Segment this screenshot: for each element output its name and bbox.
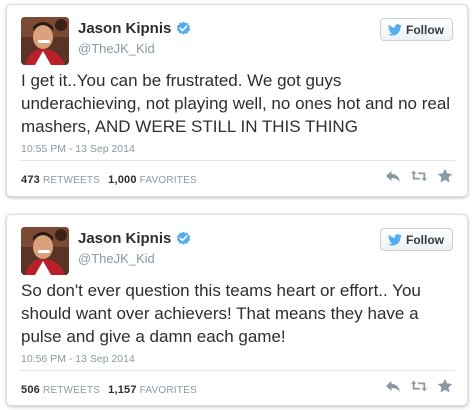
- tweet-actions: [385, 168, 453, 184]
- divider: [19, 160, 455, 161]
- follow-button[interactable]: Follow: [380, 228, 453, 251]
- avatar[interactable]: [21, 227, 69, 275]
- favorite-count-label: FAVORITES: [139, 385, 197, 396]
- tweet-timestamp[interactable]: 10:55 PM - 13 Sep 2014: [21, 143, 135, 155]
- twitter-bird-icon: [388, 23, 402, 36]
- follow-label: Follow: [406, 232, 444, 247]
- star-icon[interactable]: [437, 168, 453, 184]
- retweet-count-label: RETWEETS: [42, 385, 101, 396]
- reply-icon[interactable]: [385, 378, 401, 394]
- user-name[interactable]: Jason Kipnis: [78, 20, 191, 37]
- tweet-text: I get it..You can be frustrated. We got …: [21, 71, 451, 136]
- reply-icon[interactable]: [385, 168, 401, 184]
- tweet-actions: [385, 378, 453, 394]
- tweet-card: Jason Kipnis @TheJK_Kid Follow So don't …: [6, 214, 468, 406]
- user-name-label[interactable]: Jason Kipnis: [78, 20, 171, 37]
- tweet-card: Jason Kipnis @TheJK_Kid Follow I get it.…: [6, 4, 468, 197]
- user-name[interactable]: Jason Kipnis: [78, 230, 191, 247]
- favorite-count-label: FAVORITES: [139, 175, 197, 186]
- retweet-icon[interactable]: [411, 378, 427, 394]
- divider: [19, 370, 455, 371]
- tweet-timestamp[interactable]: 10:56 PM - 13 Sep 2014: [21, 353, 135, 365]
- tweet-text: So don't ever question this teams heart …: [21, 281, 421, 346]
- favorite-count[interactable]: 1,000: [108, 174, 137, 186]
- user-handle[interactable]: @TheJK_Kid: [78, 251, 155, 266]
- avatar[interactable]: [21, 17, 69, 65]
- retweet-count[interactable]: 473: [21, 174, 40, 186]
- tweet-stats: 473 RETWEETS 1,000 FAVORITES: [21, 174, 205, 186]
- favorite-count[interactable]: 1,157: [108, 384, 137, 396]
- retweet-count-label: RETWEETS: [42, 175, 101, 186]
- retweet-icon[interactable]: [411, 168, 427, 184]
- star-icon[interactable]: [437, 378, 453, 394]
- user-name-label[interactable]: Jason Kipnis: [78, 230, 171, 247]
- follow-button[interactable]: Follow: [380, 18, 453, 41]
- twitter-bird-icon: [388, 233, 402, 246]
- retweet-count[interactable]: 506: [21, 384, 40, 396]
- tweet-stats: 506 RETWEETS 1,157 FAVORITES: [21, 384, 205, 396]
- verified-badge-icon: [176, 231, 191, 246]
- verified-badge-icon: [176, 21, 191, 36]
- follow-label: Follow: [406, 22, 444, 37]
- user-handle[interactable]: @TheJK_Kid: [78, 41, 155, 56]
